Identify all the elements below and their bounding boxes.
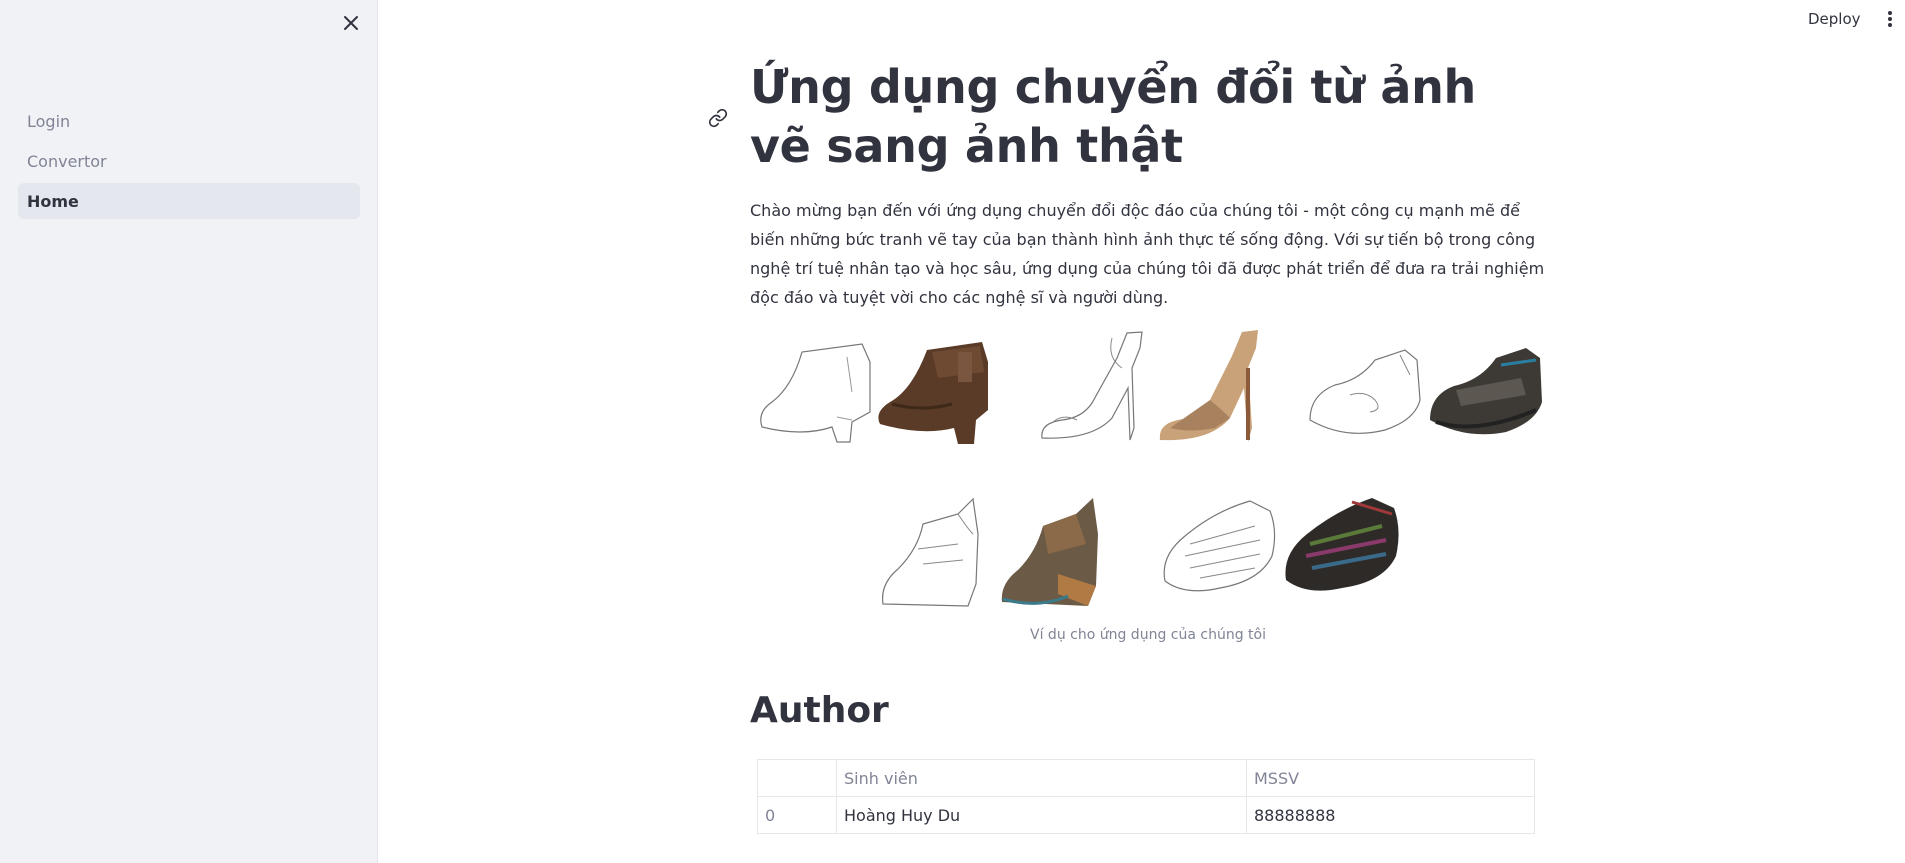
more-vertical-icon: [1888, 11, 1892, 27]
wedge-sketch: [881, 497, 979, 607]
boot-photo: [878, 342, 988, 444]
sidebar-item-label: Convertor: [27, 151, 107, 171]
close-sidebar-button[interactable]: [336, 8, 366, 38]
sidebar-item-login[interactable]: Login: [18, 103, 360, 139]
table-header-row: Sinh viên MSSV: [757, 759, 1535, 797]
table-cell-student[interactable]: Hoàng Huy Du: [836, 796, 1247, 834]
column-header-student-id[interactable]: MSSV: [1246, 759, 1535, 797]
link-icon: [708, 108, 728, 128]
column-header-student[interactable]: Sinh viên: [836, 759, 1247, 797]
slip-on-photo: [1285, 498, 1399, 591]
column-header-index[interactable]: [757, 759, 837, 797]
sidebar-item-home[interactable]: Home: [18, 183, 360, 219]
table-cell-student-id[interactable]: 88888888: [1246, 796, 1535, 834]
wedge-photo: [1001, 498, 1098, 606]
sidebar-item-convertor[interactable]: Convertor: [18, 143, 360, 179]
slip-on-sketch: [1163, 500, 1276, 592]
heel-photo: [1159, 330, 1258, 442]
author-heading: Author: [750, 690, 889, 731]
author-table: Sinh viên MSSV 0 Hoàng Huy Du 88888888: [757, 759, 1535, 834]
table-cell-index[interactable]: 0: [757, 796, 837, 834]
main-menu-button[interactable]: [1883, 8, 1897, 30]
sidebar-item-label: Home: [27, 191, 79, 211]
deploy-button[interactable]: Deploy: [1808, 6, 1861, 32]
page-title: Ứng dụng chuyển đổi từ ảnh vẽ sang ảnh t…: [750, 60, 1476, 173]
sidebar: Login Convertor Home: [0, 0, 378, 863]
heading-anchor-link[interactable]: [708, 108, 728, 128]
intro-paragraph: Chào mừng bạn đến với ứng dụng chuyển đổ…: [750, 201, 1545, 307]
sneaker-sketch: [1309, 349, 1421, 434]
close-icon: [344, 16, 358, 30]
example-image: [760, 330, 1542, 607]
heel-sketch: [1041, 331, 1143, 441]
image-caption: Ví dụ cho ứng dụng của chúng tôi: [1030, 627, 1266, 643]
sidebar-nav: Login Convertor Home: [18, 103, 360, 223]
sneaker-photo: [1430, 348, 1542, 435]
sidebar-item-label: Login: [27, 111, 71, 131]
table-row: 0 Hoàng Huy Du 88888888: [757, 796, 1535, 834]
boot-sketch: [760, 343, 871, 443]
